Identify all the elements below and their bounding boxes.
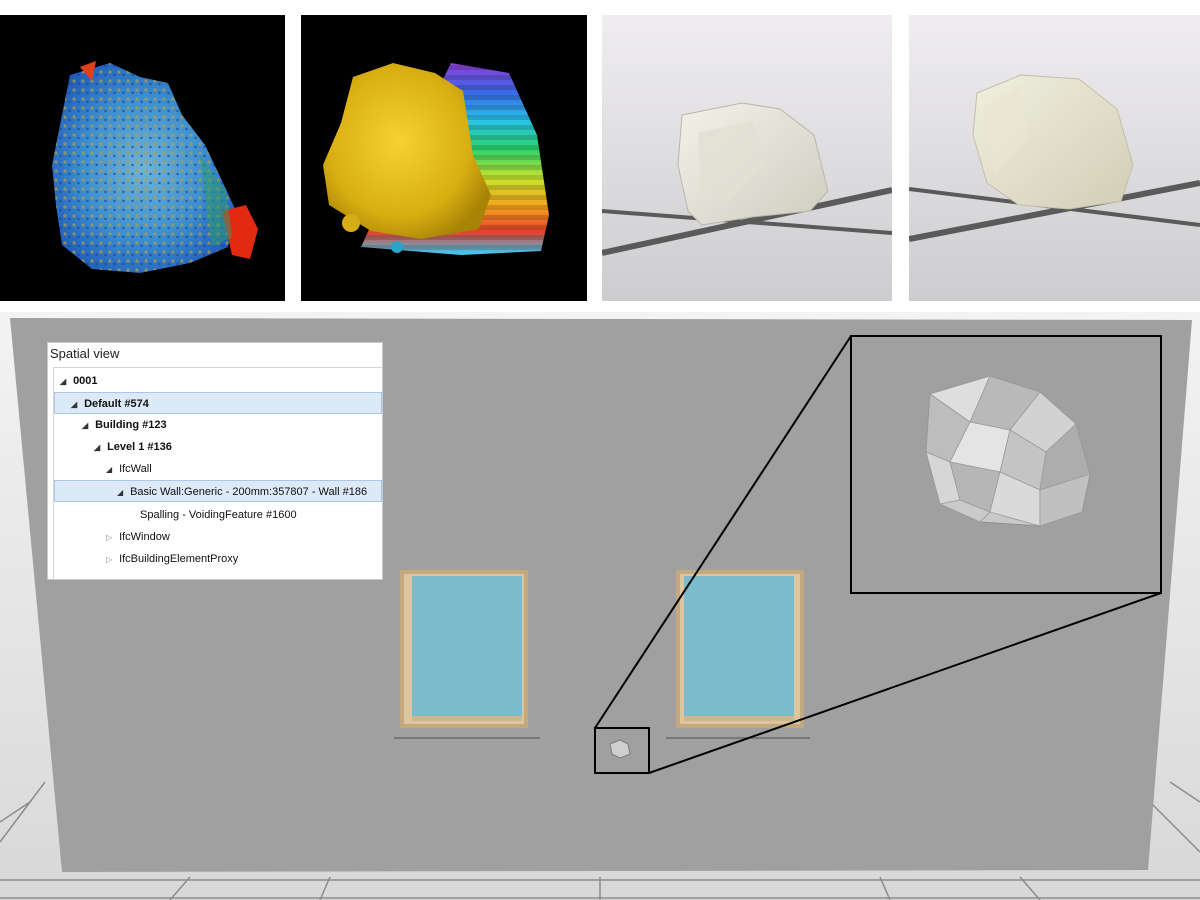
voxel-mesh-render bbox=[602, 15, 892, 301]
window-left-glass bbox=[412, 576, 522, 718]
window-right[interactable] bbox=[666, 570, 810, 739]
tree-item-label: 0001 bbox=[73, 375, 98, 387]
window-left[interactable] bbox=[394, 570, 540, 739]
spatial-tree: ◢ 0001 ◢ Default #574 ◢ Building #123 ◢ … bbox=[53, 367, 382, 579]
window-right-glass bbox=[684, 576, 794, 718]
expand-icon[interactable]: ▷ bbox=[106, 527, 116, 549]
defect-curvature-view bbox=[0, 15, 285, 301]
tree-item-label: Spalling - VoidingFeature #1600 bbox=[140, 509, 297, 521]
tree-item-site[interactable]: ◢ Default #574 bbox=[54, 392, 382, 414]
tree-item-label: Basic Wall:Generic - 200mm:357807 - Wall… bbox=[130, 486, 368, 498]
tree-item-label: Building #123 bbox=[95, 419, 167, 431]
expand-icon[interactable]: ◢ bbox=[117, 482, 127, 504]
tree-item-label: Level 1 #136 bbox=[107, 441, 172, 453]
section-mesh-render bbox=[301, 15, 587, 301]
curvature-mesh-render bbox=[0, 15, 285, 301]
spatial-view-panel: Spatial view ◢ 0001 ◢ Default #574 ◢ Bui… bbox=[47, 342, 383, 580]
tree-item-spalling[interactable]: Spalling - VoidingFeature #1600 bbox=[54, 504, 382, 526]
defect-smooth-view bbox=[909, 15, 1200, 301]
defect-voxel-view bbox=[602, 15, 892, 301]
tree-item-basic-wall[interactable]: ◢ Basic Wall:Generic - 200mm:357807 - Wa… bbox=[54, 480, 382, 502]
tree-item-building[interactable]: ◢ Building #123 bbox=[54, 414, 382, 436]
tree-item-label: IfcBuildingElementProxy bbox=[119, 553, 239, 565]
tree-item-project[interactable]: ◢ 0001 bbox=[54, 370, 382, 392]
tree-item-label: Default #574 bbox=[84, 398, 149, 410]
expand-icon[interactable]: ◢ bbox=[94, 437, 104, 459]
expand-icon[interactable]: ◢ bbox=[82, 415, 92, 437]
smooth-mesh-render bbox=[909, 15, 1200, 301]
spatial-view-title: Spatial view bbox=[50, 346, 120, 361]
tree-item-ifcbuildingelementproxy[interactable]: ▷ IfcBuildingElementProxy bbox=[54, 548, 382, 570]
tree-item-level[interactable]: ◢ Level 1 #136 bbox=[54, 436, 382, 458]
defect-section-view bbox=[301, 15, 587, 301]
tree-item-label: IfcWindow bbox=[119, 531, 170, 543]
expand-icon[interactable]: ◢ bbox=[71, 394, 81, 416]
tree-item-ifcwall[interactable]: ◢ IfcWall bbox=[54, 458, 382, 480]
tree-item-label: IfcWall bbox=[119, 463, 152, 475]
expand-icon[interactable]: ◢ bbox=[106, 459, 116, 481]
tree-item-ifcwindow[interactable]: ▷ IfcWindow bbox=[54, 526, 382, 548]
expand-icon[interactable]: ▷ bbox=[106, 549, 116, 571]
expand-icon[interactable]: ◢ bbox=[60, 371, 70, 393]
